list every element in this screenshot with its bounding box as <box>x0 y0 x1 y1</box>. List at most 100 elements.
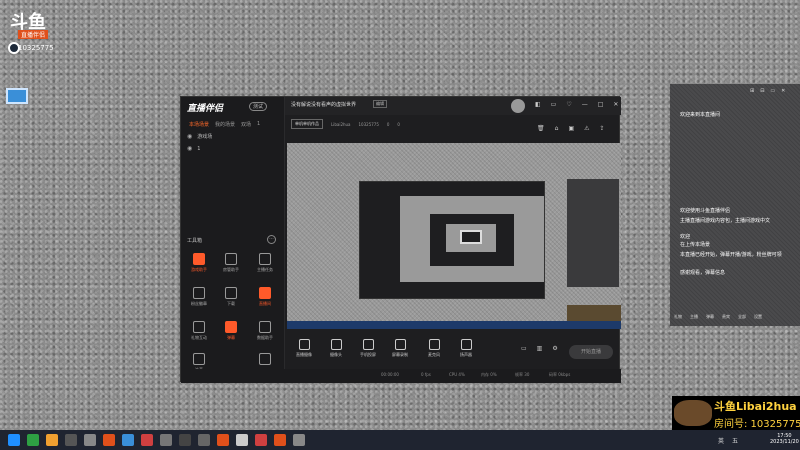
chat-close-icon[interactable]: ✕ <box>781 88 785 94</box>
speaker-icon <box>460 339 472 350</box>
tool-icon <box>259 287 271 299</box>
room-number: 10325775 <box>358 121 379 127</box>
tool-item[interactable]: 房管助手 <box>217 253 245 273</box>
chat-message: 感谢观看，弹幕信息 <box>680 270 726 276</box>
settings-icon[interactable]: ⚙ <box>552 345 557 352</box>
edit-title-badge[interactable]: 编辑 <box>373 100 387 108</box>
maximize-icon[interactable]: □ <box>598 101 604 108</box>
taskbar-edge-icon[interactable] <box>46 434 58 446</box>
tool-item[interactable]: 弹幕 <box>217 321 245 341</box>
scene-item[interactable]: ◉ 游戏场 <box>187 133 212 140</box>
chat-window-icon[interactable]: ▭ <box>770 88 775 94</box>
tool-label: 礼物互动 <box>191 335 207 340</box>
chat-tab[interactable]: 全部 <box>738 314 746 320</box>
chat-tab[interactable]: 礼物 <box>674 314 682 320</box>
record-icon[interactable]: ▭ <box>521 345 527 352</box>
tool-item[interactable] <box>251 353 279 367</box>
stream-title[interactable]: 没有解说没有看声的虚拟世界 <box>291 101 356 108</box>
webcam-button[interactable]: 摄像头 <box>323 339 349 358</box>
tool-icon <box>259 321 271 333</box>
chat-grid-icon[interactable]: ⊞ <box>750 88 754 94</box>
heart-icon[interactable]: ♡ <box>566 101 571 108</box>
taskbar-store-icon[interactable] <box>84 434 96 446</box>
taskbar-app-icon[interactable] <box>236 434 248 446</box>
chat-tab[interactable]: 弹幕 <box>706 314 714 320</box>
tool-label: 下载 <box>227 301 235 306</box>
tab-scenes[interactable]: 本场场景 <box>189 121 209 128</box>
stream-preview[interactable] <box>287 143 621 329</box>
taskbar-search-icon[interactable] <box>27 434 39 446</box>
phone-cast-button[interactable]: 手机投屏 <box>355 339 381 358</box>
windows-taskbar: 英 五 17:50 2023/11/20 <box>0 430 800 450</box>
category-selector[interactable]: 单机单机作品 <box>291 119 323 129</box>
taskbar-explorer-icon[interactable] <box>65 434 77 446</box>
tool-item[interactable]: 下载 <box>217 287 245 307</box>
tool-label: 数据助手 <box>257 335 273 340</box>
chat-tab[interactable]: 设置 <box>754 314 762 320</box>
warning-icon[interactable]: ⚠ <box>584 125 589 132</box>
tab-count: 1 <box>257 121 261 127</box>
extra-controls: ▭ ▥ ⚙ <box>521 345 558 352</box>
close-icon[interactable]: ✕ <box>613 101 618 108</box>
eye-icon[interactable]: ◉ <box>187 133 192 140</box>
taskbar-app-icon[interactable] <box>217 434 229 446</box>
minimize-icon[interactable]: — <box>582 101 588 108</box>
camera-icon <box>298 339 310 350</box>
taskbar-app-icon[interactable] <box>255 434 267 446</box>
taskbar-douyu-icon[interactable] <box>103 434 115 446</box>
tab-dual[interactable]: 双场 <box>241 121 251 128</box>
taskbar-clock[interactable]: 17:50 2023/11/20 <box>770 433 799 445</box>
stats-icon[interactable]: ▥ <box>537 345 543 352</box>
taskbar-app-icon[interactable] <box>274 434 286 446</box>
tool-icon <box>259 353 271 365</box>
desktop-douyu-icon[interactable]: 斗鱼 直播伴侣 10325775 <box>4 8 56 56</box>
avatar[interactable] <box>511 99 525 113</box>
scene-item[interactable]: ◉ 1 <box>187 145 200 152</box>
start-live-button[interactable]: 开始直播 <box>569 345 613 359</box>
desktop-pc-icon[interactable] <box>6 88 28 104</box>
window-mini-icon[interactable]: ▭ <box>551 101 557 108</box>
tool-item[interactable]: 直播间 <box>251 287 279 307</box>
live-camera-button[interactable]: 直播摄像 <box>291 339 317 358</box>
more-icon[interactable]: ··· <box>267 235 276 244</box>
status-fps: 0 fps <box>421 372 431 377</box>
tool-item[interactable]: 粉丝徽章 <box>185 287 213 307</box>
chat-message: 欢迎使用斗鱼直播伴侣 <box>680 208 731 214</box>
scene-label: 1 <box>197 145 201 152</box>
nested-preview-2 <box>446 224 496 252</box>
taskbar-start-icon[interactable] <box>8 434 20 446</box>
taskbar-app-icon[interactable] <box>179 434 191 446</box>
taskbar-app-icon[interactable] <box>160 434 172 446</box>
brand-tag[interactable]: 测试 <box>249 102 268 111</box>
screen-record-button[interactable]: 屏幕录制 <box>387 339 413 358</box>
chat-tab[interactable]: 主播 <box>690 314 698 320</box>
webcam-icon <box>330 339 342 350</box>
item-label: 手机投屏 <box>360 352 376 357</box>
ime-indicator[interactable]: 英 <box>718 436 724 445</box>
chat-list-icon[interactable]: ⊟ <box>760 88 764 94</box>
taskbar-app-icon[interactable] <box>293 434 305 446</box>
trash-icon[interactable]: 🗑 <box>537 125 545 132</box>
home-icon[interactable]: ⌂ <box>555 125 559 132</box>
taskbar-app-icon[interactable] <box>122 434 134 446</box>
item-label: 麦克风 <box>428 352 440 357</box>
ime-mode[interactable]: 五 <box>732 436 738 445</box>
window-layout-icon[interactable]: ◧ <box>535 101 541 108</box>
screen-icon[interactable]: ▣ <box>568 125 574 132</box>
taskbar-app-icon[interactable] <box>141 434 153 446</box>
eye-icon[interactable]: ◉ <box>187 145 192 152</box>
microphone-button[interactable]: 麦克风 <box>421 339 447 358</box>
tool-item[interactable]: 礼物互动 <box>185 321 213 341</box>
tool-item[interactable]: 游戏助手 <box>185 253 213 273</box>
tool-item[interactable]: 主播任务 <box>251 253 279 273</box>
chat-message: 本直播已经开始，弹幕开播/游戏，粉丝牌可领 <box>680 252 782 258</box>
tab-my-scenes[interactable]: 我的场景 <box>215 121 235 128</box>
taskbar-app-icon[interactable] <box>198 434 210 446</box>
status-bitrate: 码率 0kbps <box>549 372 571 377</box>
chat-tab[interactable]: 贵宾 <box>722 314 730 320</box>
speaker-button[interactable]: 扬声器 <box>453 339 479 358</box>
tool-item[interactable]: 数据助手 <box>251 321 279 341</box>
share-icon[interactable]: ⇪ <box>600 125 605 132</box>
viewer-count: 0 <box>397 121 400 127</box>
tool-icon <box>193 353 205 365</box>
